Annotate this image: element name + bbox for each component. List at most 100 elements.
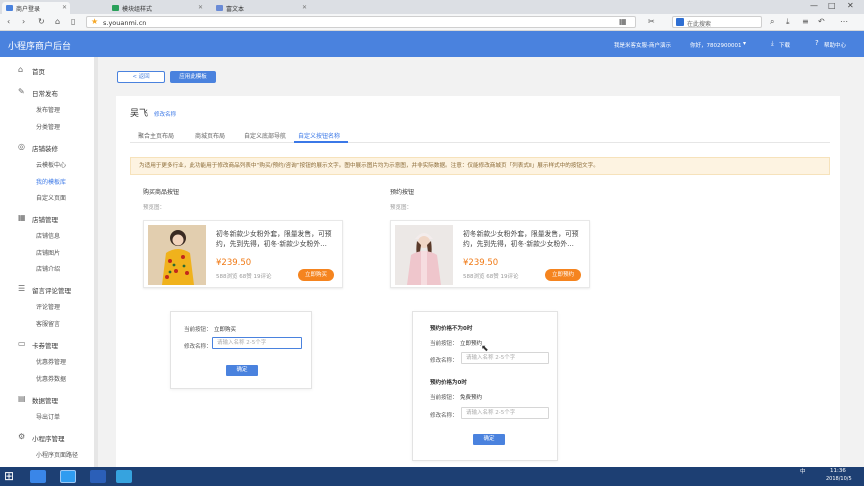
user-greeting[interactable]: 你好，7802900001 xyxy=(690,41,742,49)
preview-label: 预览图： xyxy=(143,205,166,211)
clock-date[interactable]: 2018/10/5 xyxy=(826,476,852,482)
close-window-icon[interactable]: ✕ xyxy=(847,1,854,10)
sidebar-toggle-icon[interactable]: ▯ xyxy=(71,17,75,27)
settings-icon: ⚙ xyxy=(18,432,26,441)
browser-tab[interactable]: 商户登录 ✕ xyxy=(2,2,70,14)
reserve-nonzero-name-input[interactable]: 请输入名称 2-5个字 xyxy=(461,352,549,364)
sidebar-item-page-paths[interactable]: 小程序页面路径 xyxy=(36,450,78,459)
star-icon[interactable]: ★ xyxy=(91,17,98,26)
store-name: 吴飞 xyxy=(130,109,149,119)
browser-tab[interactable]: 模块组样式 ✕ xyxy=(108,2,206,14)
decoration-icon: ◎ xyxy=(18,142,25,151)
notice-banner: 为适用于更多行业，此功能用于修改商品列表中“购买/预约/咨询”按钮的展示文字。图… xyxy=(130,157,830,175)
back-button[interactable]: < 返回 xyxy=(117,71,165,83)
address-bar[interactable]: ★ s.youanmi.cn ▦ xyxy=(86,16,636,28)
search-icon[interactable]: ⌕ xyxy=(770,17,774,27)
help-icon: ? xyxy=(815,39,819,47)
current-button-label: 当前按钮： xyxy=(430,341,458,347)
product-image xyxy=(148,225,206,285)
product-name: 初冬新款少女粉外套，限量发售，可预约，先到先得，初冬·新款少女粉外… xyxy=(463,230,579,248)
sidebar-item-coupon-manage[interactable]: 优惠券管理 xyxy=(36,357,66,366)
sidebar-item-my-templates[interactable]: 我的模板库 xyxy=(36,177,66,186)
data-icon: ▤ xyxy=(18,394,26,403)
search-engine-icon[interactable] xyxy=(676,18,684,26)
close-tab-icon[interactable]: ✕ xyxy=(302,4,307,11)
tab-title: 模块组样式 xyxy=(122,6,153,13)
rename-link[interactable]: 修改名称 xyxy=(154,110,176,118)
preview-label: 预览图： xyxy=(390,205,413,211)
sidebar-group-label: 数据管理 xyxy=(32,397,58,405)
product-photo-girl-yellow xyxy=(148,225,206,285)
close-tab-icon[interactable]: ✕ xyxy=(62,4,67,11)
sidebar-item-publish-manage[interactable]: 发布管理 xyxy=(36,105,60,114)
tab-custom-nav[interactable]: 自定义底部导航 xyxy=(244,131,286,140)
sidebar-item-comments[interactable]: 评论管理 xyxy=(36,302,60,311)
confirm-button[interactable]: 确定 xyxy=(226,365,258,376)
current-button-value: 免费预约 xyxy=(460,395,483,401)
block-title-nonzero: 预约价格不为0时 xyxy=(430,326,473,332)
app-taskbar-icon[interactable] xyxy=(116,470,132,483)
reserve-zero-name-input[interactable]: 请输入名称 2-5个字 xyxy=(461,407,549,419)
buy-button-edit-panel xyxy=(170,311,312,389)
close-tab-icon[interactable]: ✕ xyxy=(198,4,203,11)
search-placeholder: 在此搜索 xyxy=(687,21,712,28)
confirm-button[interactable]: 确定 xyxy=(473,434,505,445)
product-stats: 588浏览 68赞 19评论 xyxy=(463,274,519,280)
comment-icon: ☰ xyxy=(18,284,26,293)
sidebar-group-label: 店铺装修 xyxy=(32,145,58,153)
home-icon[interactable]: ⌂ xyxy=(55,17,60,27)
sidebar-item-messages[interactable]: 客服留言 xyxy=(36,319,60,328)
buy-button-name-input[interactable]: 请输入名称 2-5个字 xyxy=(212,337,302,349)
sidebar-item-category[interactable]: 分类管理 xyxy=(36,122,60,131)
buy-now-button[interactable]: 立即购买 xyxy=(298,269,334,281)
chevron-down-icon[interactable]: ▾ xyxy=(743,40,746,47)
home-icon: ⌂ xyxy=(18,65,24,74)
shop-name[interactable]: 我是米客女服-商户演示 xyxy=(614,41,671,49)
refresh-icon[interactable]: ↻ xyxy=(38,17,45,27)
windows-start-icon[interactable]: ⊞ xyxy=(4,469,14,483)
current-button-label: 当前按钮： xyxy=(430,395,458,401)
sidebar-group-label: 小程序管理 xyxy=(32,435,65,443)
browser-taskbar-icon[interactable] xyxy=(60,470,76,483)
clock-time[interactable]: 11:36 xyxy=(830,468,846,474)
sidebar-item-coupon-data[interactable]: 优惠券数据 xyxy=(36,374,66,383)
cut-icon[interactable]: ✂ xyxy=(648,17,655,27)
tab-divider xyxy=(130,142,830,143)
undo-icon[interactable]: ↶ xyxy=(818,17,825,27)
sidebar-group-label: 留言评论管理 xyxy=(32,287,71,295)
back-icon[interactable]: ‹ xyxy=(7,17,10,27)
minimize-icon[interactable]: — xyxy=(810,1,818,10)
edit-icon: ✎ xyxy=(18,87,25,96)
ime-indicator[interactable]: 中 xyxy=(800,467,806,475)
menu-icon[interactable]: ≡ xyxy=(802,17,809,27)
browser-tab-bar: 商户登录 ✕ 模块组样式 ✕ 富文本 ✕ — □ ✕ xyxy=(0,0,864,14)
browser-search-input[interactable]: 在此搜索 xyxy=(672,16,762,28)
maximize-icon[interactable]: □ xyxy=(828,1,836,10)
tab-custom-button-name[interactable]: 自定义按钮名称 xyxy=(298,131,340,140)
product-name: 初冬新款少女粉外套，限量发售，可预约，先到先得，初冬·新款少女粉外… xyxy=(216,230,332,248)
sidebar-item-store-images[interactable]: 店铺图片 xyxy=(36,248,60,257)
tab-mall-layout[interactable]: 商城页布局 xyxy=(195,131,225,140)
sidebar-item-export-orders[interactable]: 导出订单 xyxy=(36,412,60,421)
qr-code-icon[interactable]: ▦ xyxy=(619,17,627,26)
download-link[interactable]: 下载 xyxy=(779,41,790,49)
edit-name-label: 修改名称： xyxy=(430,413,458,419)
reserve-now-button[interactable]: 立即预约 xyxy=(545,269,581,281)
more-icon[interactable]: ⋯ xyxy=(840,17,848,27)
browser-tab[interactable]: 富文本 ✕ xyxy=(212,2,310,14)
current-button-value: 立即预约 xyxy=(460,341,483,347)
reserve-section-title: 预约按钮 xyxy=(390,189,415,196)
sidebar-item-store-intro[interactable]: 店铺介绍 xyxy=(36,264,60,273)
sidebar-item-custom-page[interactable]: 自定义页面 xyxy=(36,193,66,202)
ie-browser-icon[interactable] xyxy=(30,470,46,483)
sidebar-group-label: 首页 xyxy=(32,68,45,76)
sidebar-item-template-center[interactable]: 云模板中心 xyxy=(36,160,66,169)
help-link[interactable]: 帮助中心 xyxy=(824,41,846,49)
forward-icon[interactable]: › xyxy=(22,17,25,27)
download-icon[interactable]: ⤓ xyxy=(786,17,790,27)
tab-aggregate-layout[interactable]: 聚合主页布局 xyxy=(138,131,174,140)
apply-template-button[interactable]: 应用此模板 xyxy=(170,71,216,83)
product-price: ¥239.50 xyxy=(216,258,252,268)
sidebar-item-store-info[interactable]: 店铺信息 xyxy=(36,231,60,240)
word-icon[interactable] xyxy=(90,470,106,483)
